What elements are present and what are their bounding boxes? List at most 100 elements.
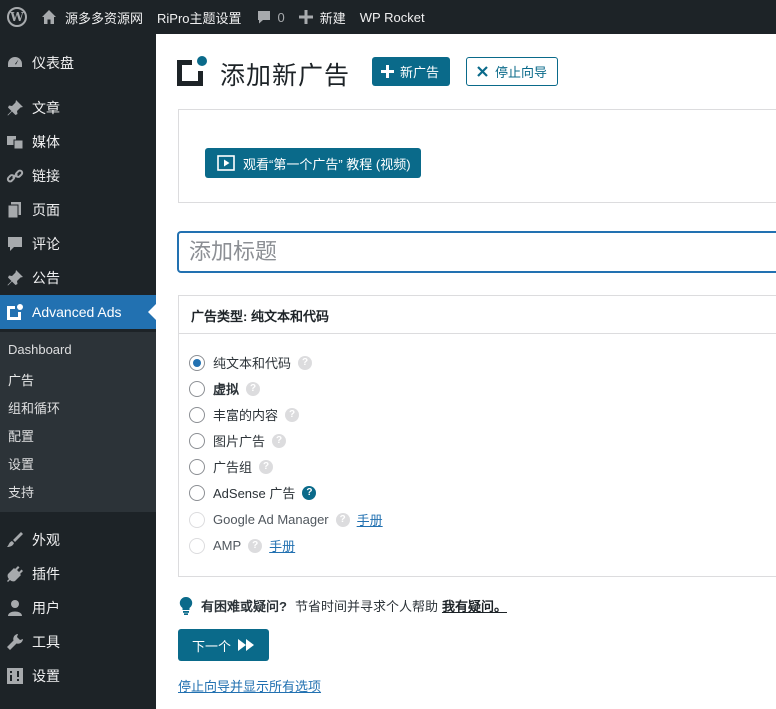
ad-type-label: 图片广告	[213, 434, 266, 449]
stop-wizard-button[interactable]: 停止向导	[466, 57, 559, 86]
ad-type-group[interactable]: 广告组 ?	[189, 457, 274, 476]
menu-item-pages[interactable]: 页面	[0, 193, 156, 227]
advanced-ads-icon	[5, 302, 25, 322]
menu-item-dashboard[interactable]: 仪表盘	[0, 46, 156, 80]
help-icon[interactable]: ?	[259, 459, 274, 474]
user-icon	[5, 598, 25, 618]
submenu-item-groups[interactable]: 组和循环	[8, 398, 60, 417]
menu-item-media[interactable]: 媒体	[0, 125, 156, 159]
menu-label: 设置	[32, 668, 60, 684]
close-icon	[477, 66, 488, 77]
menu-label: 公告	[32, 270, 60, 286]
brush-icon	[5, 530, 25, 550]
theme-settings-menu[interactable]: RiPro主题设置	[150, 0, 249, 34]
help-icon[interactable]: ?	[302, 485, 317, 500]
menu-item-plugins[interactable]: 插件	[0, 557, 156, 591]
help-icon[interactable]: ?	[272, 433, 287, 448]
menu-label: Advanced Ads	[32, 304, 122, 320]
new-label: 新建	[319, 10, 346, 26]
ad-type-label: AMP	[213, 538, 242, 553]
plus-icon	[298, 10, 313, 24]
admin-sidebar: 仪表盘 文章 媒体 链接 页面 评论 公告 Advanced Ads Dashb…	[0, 34, 156, 709]
new-ad-label: 新广告	[400, 65, 440, 80]
stop-wizard-label: 停止向导	[495, 65, 548, 80]
help-icon[interactable]: ?	[285, 407, 300, 422]
menu-label: 评论	[32, 236, 60, 252]
ad-type-dummy[interactable]: 虚拟 ?	[189, 379, 261, 398]
menu-item-announcements[interactable]: 公告	[0, 261, 156, 295]
link-icon	[5, 166, 25, 186]
ad-type-adsense[interactable]: AdSense 广告 ?	[189, 483, 317, 502]
menu-label: 文章	[32, 100, 60, 116]
radio-rich-content[interactable]	[189, 406, 205, 423]
ad-type-plain-text[interactable]: 纯文本和代码 ?	[189, 353, 313, 372]
submenu-item-placements[interactable]: 配置	[8, 426, 34, 445]
menu-item-links[interactable]: 链接	[0, 159, 156, 193]
advanced-ads-submenu: Dashboard 广告 组和循环 配置 设置 支持	[0, 332, 156, 512]
radio-group[interactable]	[189, 458, 205, 475]
watch-tutorial-button[interactable]: 观看“第一个广告” 教程 (视频)	[205, 148, 421, 178]
radio-amp[interactable]	[189, 537, 205, 554]
submenu-item-support[interactable]: 支持	[8, 482, 34, 501]
submenu-item-settings[interactable]: 设置	[8, 454, 34, 473]
radio-plain-text[interactable]	[189, 354, 205, 371]
radio-dummy[interactable]	[189, 380, 205, 397]
stop-wizard-show-all-link[interactable]: 停止向导并显示所有选项	[178, 676, 321, 695]
menu-item-posts[interactable]: 文章	[0, 91, 156, 125]
ad-type-image[interactable]: 图片广告 ?	[189, 431, 287, 450]
ad-type-amp[interactable]: AMP ? 手册	[189, 536, 295, 555]
menu-item-advanced-ads[interactable]: Advanced Ads	[0, 295, 156, 329]
menu-item-appearance[interactable]: 外观	[0, 523, 156, 557]
theme-settings-label: RiPro主题设置	[157, 10, 242, 26]
radio-adsense[interactable]	[189, 484, 205, 501]
menu-label: 外观	[32, 532, 60, 548]
new-content-menu[interactable]: 新建	[292, 0, 353, 34]
video-icon	[217, 155, 235, 171]
wp-rocket-menu[interactable]: WP Rocket	[353, 0, 432, 34]
lightbulb-icon	[179, 596, 193, 615]
menu-item-tools[interactable]: 工具	[0, 625, 156, 659]
menu-label: 链接	[32, 168, 60, 184]
ad-type-rich-content[interactable]: 丰富的内容 ?	[189, 405, 300, 424]
menu-label: 媒体	[32, 134, 60, 150]
comments-menu[interactable]: 0	[249, 0, 292, 34]
menu-item-settings[interactable]: 设置	[0, 659, 156, 693]
submenu-item-dashboard[interactable]: Dashboard	[8, 342, 72, 357]
ad-title-input[interactable]	[178, 232, 776, 272]
new-ad-button[interactable]: 新广告	[372, 57, 451, 86]
comment-icon	[257, 11, 270, 24]
site-name: 源多多资源网	[65, 10, 144, 26]
wrench-icon	[5, 632, 25, 652]
submenu-item-ads[interactable]: 广告	[8, 370, 34, 389]
radio-google-ad-manager[interactable]	[189, 511, 205, 528]
wordpress-logo-menu[interactable]: W	[0, 0, 34, 34]
manual-link[interactable]: 手册	[269, 536, 295, 555]
ad-type-box: 广告类型: 纯文本和代码 纯文本和代码 ? 虚拟 ? 丰富的内容 ? 图片广告 …	[178, 295, 776, 577]
radio-image[interactable]	[189, 432, 205, 449]
help-icon[interactable]: ?	[248, 538, 263, 553]
help-icon[interactable]: ?	[335, 512, 350, 527]
help-text: 节省时间并寻求个人帮助	[294, 599, 438, 614]
ad-type-label: 丰富的内容	[213, 408, 279, 423]
help-icon[interactable]: ?	[298, 355, 313, 370]
advanced-ads-logo-icon	[177, 56, 207, 86]
menu-label: 仪表盘	[32, 55, 74, 71]
ad-type-google-ad-manager[interactable]: Google Ad Manager ? 手册	[189, 510, 383, 529]
ask-question-link[interactable]: 我有疑问。	[442, 596, 507, 615]
manual-link[interactable]: 手册	[357, 510, 383, 529]
wp-rocket-label: WP Rocket	[359, 9, 425, 25]
help-icon[interactable]: ?	[246, 381, 261, 396]
next-button[interactable]: 下一个	[178, 629, 270, 661]
menu-label: 工具	[32, 634, 60, 650]
site-name-menu[interactable]: 源多多资源网	[34, 0, 150, 34]
help-prompt: 有困难或疑问? 节省时间并寻求个人帮助 我有疑问。	[179, 596, 507, 615]
dashboard-icon	[5, 53, 25, 73]
plus-icon	[381, 65, 394, 78]
ad-type-label: 纯文本和代码	[213, 356, 292, 371]
watch-tutorial-label: 观看“第一个广告” 教程 (视频)	[243, 156, 411, 172]
help-question: 有困难或疑问?	[201, 599, 287, 614]
menu-item-comments[interactable]: 评论	[0, 227, 156, 261]
menu-label: 插件	[32, 566, 60, 582]
pin-icon	[5, 98, 25, 118]
menu-item-users[interactable]: 用户	[0, 591, 156, 625]
